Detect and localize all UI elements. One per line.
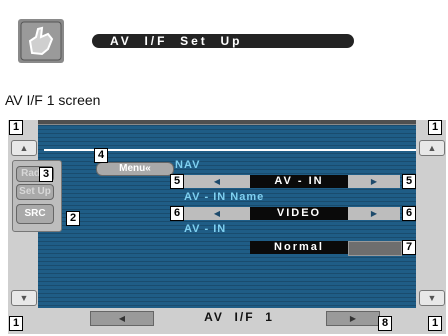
- callout-5-left: 5: [170, 174, 184, 189]
- next-page-button[interactable]: ▶: [326, 311, 380, 326]
- normal-value: Normal: [250, 241, 348, 254]
- sub-label: AV - IN: [184, 223, 227, 235]
- screen-caption: AV I/F 1 screen: [5, 92, 101, 108]
- page-title: AV I/F Set Up: [92, 34, 354, 48]
- av-if-screen: ▲ ▲ Radio Set Up SRC Menu« NAV ◀ AV - IN…: [8, 120, 446, 334]
- nav-label: NAV: [175, 159, 201, 171]
- callout-1-bottom-left: 1: [9, 316, 23, 331]
- video-next-button[interactable]: ▶: [348, 207, 400, 220]
- callout-3: 3: [39, 167, 53, 182]
- callout-8: 8: [378, 316, 392, 331]
- video-prev-button[interactable]: ◀: [184, 207, 250, 220]
- prev-page-button[interactable]: ◀: [90, 311, 154, 326]
- callout-1-top-left: 1: [9, 120, 23, 135]
- callout-1-top-right: 1: [428, 120, 442, 135]
- callout-7: 7: [402, 240, 416, 255]
- callout-6-right: 6: [402, 206, 416, 221]
- video-value: VIDEO: [250, 207, 348, 220]
- menu-button[interactable]: Menu«: [96, 162, 174, 176]
- display-panel: [17, 124, 439, 330]
- callout-6-left: 6: [170, 206, 184, 221]
- callout-2: 2: [66, 211, 80, 226]
- input-value: AV - IN: [250, 175, 348, 188]
- input-prev-button[interactable]: ◀: [184, 175, 250, 188]
- scroll-up-left-button[interactable]: ▲: [11, 140, 37, 156]
- name-label: AV - IN Name: [184, 191, 265, 203]
- normal-toggle[interactable]: [348, 241, 402, 256]
- input-next-button[interactable]: ▶: [348, 175, 400, 188]
- hand-pointer-icon: [18, 19, 64, 63]
- scroll-up-right-button[interactable]: ▲: [419, 140, 445, 156]
- scroll-down-right-button[interactable]: ▼: [419, 290, 445, 306]
- setup-button[interactable]: Set Up: [16, 184, 54, 200]
- page-label: AV I/F 1: [204, 310, 274, 324]
- callout-1-bottom-right: 1: [428, 316, 442, 331]
- callout-5-right: 5: [402, 174, 416, 189]
- scroll-down-left-button[interactable]: ▼: [11, 290, 37, 306]
- callout-4: 4: [94, 148, 108, 163]
- src-button[interactable]: SRC: [16, 204, 54, 224]
